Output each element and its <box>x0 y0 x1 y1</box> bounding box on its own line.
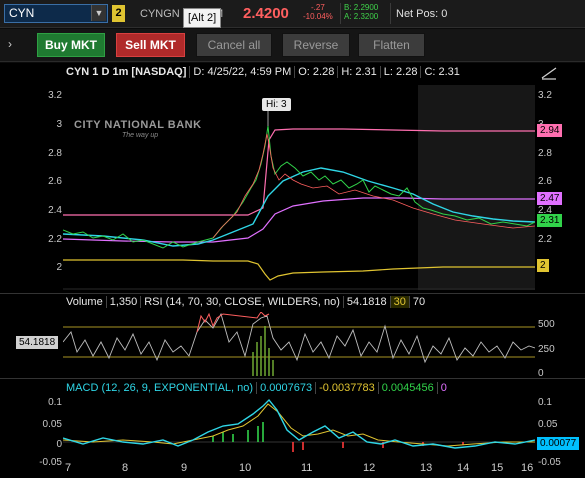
symbol-description: CYNGN <box>140 8 180 20</box>
bid-value: B: 2.2900 <box>344 3 379 12</box>
macd-tick: 0.1 <box>48 397 62 408</box>
time-tick: 13 <box>420 462 433 474</box>
price-tick: 2.6 <box>48 176 62 187</box>
price-tick: 2.8 <box>538 148 552 159</box>
price-tick: 2.2 <box>48 234 62 245</box>
rsi-value-tag: 54.1818 <box>16 336 59 349</box>
moving-average-line <box>63 167 535 247</box>
upper-band-tag: 2.94 <box>537 124 563 137</box>
drawing-tool-icon[interactable] <box>540 66 558 80</box>
time-tick: 10 <box>239 462 252 474</box>
bar-open: O: 2.28 <box>295 66 339 78</box>
flatten-button[interactable]: Flatten <box>358 33 425 57</box>
macd-tick: 0.1 <box>538 397 552 408</box>
volume-header: Volume 1,350 RSI (14, 70, 30, CLOSE, WILDE… <box>63 296 428 308</box>
change-value: -.27 <box>311 3 325 12</box>
price-pane[interactable] <box>63 84 535 290</box>
rsi-spike-line <box>196 312 270 333</box>
price-tick: 2.8 <box>48 148 62 159</box>
volume-value: 1,350 <box>107 296 142 308</box>
lower-band-tag: 2 <box>537 259 549 272</box>
cancel-all-button[interactable]: Cancel all <box>196 33 272 57</box>
expand-arrow-icon[interactable]: › <box>8 37 12 51</box>
net-position: Net Pos: 0 <box>396 8 448 20</box>
rsi-axis-tick: 250 <box>538 344 555 355</box>
chart-symbol[interactable]: CYN 1 D 1m [NASDAQ] <box>63 66 191 78</box>
bar-low: L: 2.28 <box>381 66 422 78</box>
rsi-label: RSI (14, 70, 30, CLOSE, WILDERS, no) <box>141 296 344 308</box>
price-tick: 3.2 <box>48 90 62 101</box>
price-tick: 3 <box>56 119 62 130</box>
macd-zero: 0 <box>440 382 447 394</box>
price-tick: 2.2 <box>538 234 552 245</box>
change-percent: -10.04% <box>303 12 333 21</box>
reverse-button[interactable]: Reverse <box>282 33 350 57</box>
ask-value: A: 2.3200 <box>344 12 379 21</box>
macd-value-tag: 0.00077 <box>537 437 580 450</box>
sell-market-button[interactable]: Sell MKT <box>116 33 185 57</box>
vwap-line <box>63 197 535 243</box>
divider <box>390 3 391 24</box>
time-tick: 8 <box>122 462 129 474</box>
time-tick: 14 <box>457 462 470 474</box>
price-change: -.27 -10.04% <box>303 3 333 21</box>
vwap-tag: 2.47 <box>537 192 563 205</box>
last-price-tag: 2.31 <box>537 214 563 227</box>
chevron-down-icon[interactable]: ▼ <box>91 5 106 21</box>
macd-label: MACD (12, 26, 9, EXPONENTIAL, no) <box>63 382 258 394</box>
rsi-line <box>63 312 535 364</box>
lower-band-line <box>63 259 535 281</box>
buy-market-button[interactable]: Buy MKT <box>37 33 105 57</box>
macd-header: MACD (12, 26, 9, EXPONENTIAL, no) 0.00076… <box>63 382 450 394</box>
price-tick: 2.4 <box>48 205 62 216</box>
price-tick: 2.6 <box>538 176 552 187</box>
last-price: 2.4200 <box>243 5 289 22</box>
volume-label: Volume <box>63 296 107 308</box>
rsi-oversold: 70 <box>412 296 426 308</box>
rsi-overbought: 30 <box>390 296 410 308</box>
rsi-pane[interactable] <box>63 312 535 376</box>
bid-ask: B: 2.2900 A: 2.3200 <box>344 3 378 21</box>
macd-diff: 0.0045456 <box>379 382 438 394</box>
time-tick: 16 <box>521 462 534 474</box>
time-tick: 9 <box>181 462 188 474</box>
price-tick: 3.2 <box>538 90 552 101</box>
time-axis[interactable]: 7 8 9 10 11 12 13 14 15 16 <box>0 460 585 478</box>
bar-date: D: 4/25/22, 4:59 PM <box>190 66 296 78</box>
divider <box>340 3 341 24</box>
chart-header: CYN 1 D 1m [NASDAQ] D: 4/25/22, 4:59 PM O:… <box>63 66 463 82</box>
rsi-value: 54.1818 <box>344 296 391 308</box>
divider <box>0 293 585 294</box>
time-tick: 7 <box>65 462 72 474</box>
macd-tick: 0.05 <box>42 419 62 430</box>
macd-tick: 0.05 <box>538 419 558 430</box>
tooltip-alt-2: [Alt 2] <box>183 8 222 28</box>
link-badge[interactable]: 2 <box>112 5 125 22</box>
high-tag: Hi: 3 <box>262 98 291 111</box>
macd-avg: -0.0037783 <box>316 382 379 394</box>
bar-high: H: 2.31 <box>338 66 381 78</box>
rsi-axis-tick: 500 <box>538 319 555 330</box>
volume-bars <box>252 326 274 376</box>
price-line <box>63 125 535 249</box>
time-tick: 12 <box>363 462 376 474</box>
divider <box>0 378 585 379</box>
macd-tick: 0 <box>56 439 62 450</box>
macd-pane[interactable] <box>63 396 535 458</box>
bar-close: C: 2.31 <box>424 66 460 78</box>
price-tick: 2 <box>56 262 62 273</box>
time-tick: 11 <box>301 462 313 474</box>
time-tick: 15 <box>491 462 504 474</box>
macd-value: 0.0007673 <box>257 382 317 394</box>
